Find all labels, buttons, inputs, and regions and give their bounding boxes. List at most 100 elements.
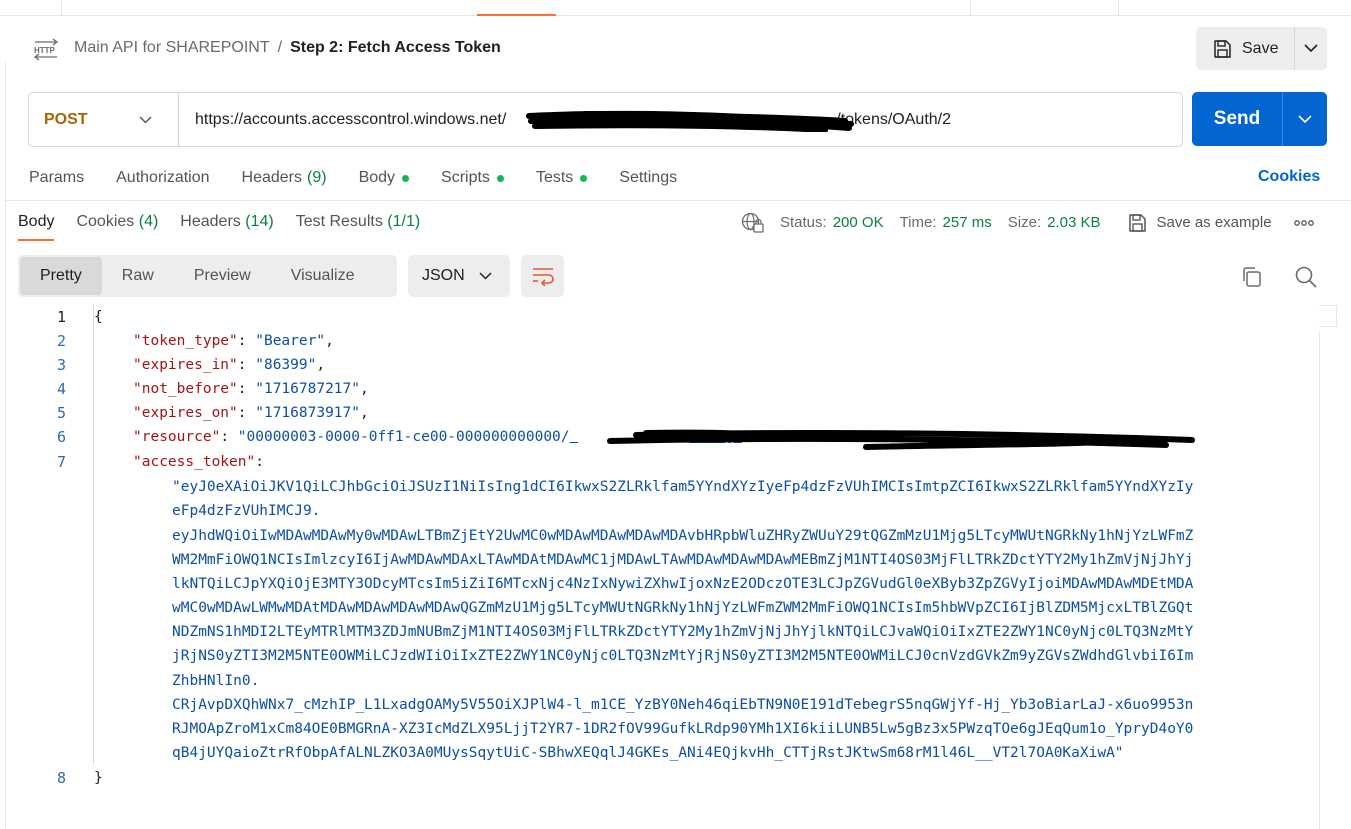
network-globe-icon[interactable] [741, 212, 764, 233]
access-token-line: WM2MmFiOWQ1NCIsImlzcyI6IjAwMDAwMDAxLTAwM… [172, 552, 1194, 568]
save-as-example-button[interactable]: Save as example [1127, 213, 1272, 233]
save-label: Save [1242, 39, 1279, 57]
json-open-brace: { [94, 309, 103, 325]
breadcrumb-separator: / [277, 39, 283, 56]
cookies-count: (4) [138, 213, 159, 230]
method-select[interactable]: POST [29, 93, 179, 146]
format-select[interactable]: JSON [408, 255, 510, 297]
tab-separator [1118, 0, 1119, 16]
save-icon [1214, 39, 1231, 58]
http-icon: HTTP [33, 38, 59, 61]
search-icon[interactable] [1294, 265, 1318, 289]
tab-label: Headers [241, 169, 302, 186]
json-value: "1716873917" [255, 405, 360, 421]
copy-icon[interactable] [1240, 265, 1264, 289]
scrollbar-thumb-area[interactable] [1319, 305, 1337, 327]
access-token-line: RJMOApZroM1xCm84OE0BMGRnA-XZ3IcMdZLX95Lj… [172, 721, 1194, 737]
time-label: Time: [899, 214, 937, 231]
url-start: https://accounts.accesscontrol.windows.n… [195, 110, 507, 128]
time-readout[interactable]: Time: 257 ms [900, 214, 992, 231]
json-value: "86399" [255, 357, 317, 373]
json-line: "expires_on": "1716873917", [133, 405, 369, 421]
tab-label: Settings [619, 169, 678, 186]
save-options-button[interactable] [1294, 27, 1327, 70]
tab-test-results[interactable]: Test Results (1/1) [296, 213, 421, 241]
tab-label: Authorization [116, 169, 210, 186]
access-token-line: eFp4dzFzVUhIMCJ9. [172, 503, 321, 519]
tab-label: Body [358, 169, 396, 186]
json-value: "Bearer" [255, 333, 326, 349]
more-options-icon[interactable] [1293, 219, 1314, 226]
chevron-down-icon [1304, 44, 1318, 53]
request-tabs: Params Authorization Headers (9) Body Scr… [29, 169, 709, 187]
cookies-link[interactable]: Cookies [1258, 168, 1320, 186]
headers-count: (14) [245, 213, 274, 230]
line-number: 8 [56, 769, 66, 787]
access-token-line: lkNTQiLCJpYXQiOjE3MTY3ODcyMTcsIm5iZiI6MT… [172, 576, 1194, 592]
tab-scripts[interactable]: Scripts [441, 169, 504, 187]
format-label: JSON [422, 267, 465, 284]
breadcrumb: Main API for SHAREPOINT / Step 2: Fetch … [74, 39, 501, 57]
status-label: Status: [780, 214, 827, 231]
tab-tests[interactable]: Tests [535, 169, 588, 187]
tab-settings[interactable]: Settings [619, 169, 677, 187]
tab-params[interactable]: Params [29, 169, 84, 187]
access-token-line: jRjNS0yZTI3M2M5NTE0OWMiLCJzdWIiOiIxZTE2Z… [172, 648, 1194, 664]
save-as-example-label: Save as example [1156, 214, 1272, 231]
json-line: "expires_in": "86399", [133, 357, 326, 373]
chevron-down-icon [479, 272, 492, 280]
tab-label: Tests [535, 169, 574, 186]
tab-response-body[interactable]: Body [18, 213, 55, 241]
access-token-line: qB4jUYQaioZtrRfObpAfALNLZKO3A0MUysSqytUi… [172, 745, 1124, 761]
line-number: 1 [56, 308, 66, 326]
tab-label: Headers [180, 213, 241, 230]
pane-divider [6, 200, 1351, 201]
save-icon [1129, 213, 1147, 232]
tab-label: Params [29, 169, 85, 186]
status-readout[interactable]: Status: 200 OK [780, 214, 884, 231]
access-token-line: CRjAvpDXQhWNx7_cMzhIP_L1LxadgOAMy5V55OiX… [172, 697, 1194, 713]
access-token-line: eyJhdWQiOiIwMDAwMDAwMy0wMDAwLTBmZjEtY2Uw… [172, 528, 1194, 544]
tab-response-cookies[interactable]: Cookies (4) [76, 213, 158, 241]
vertical-scrollbar[interactable] [1319, 332, 1320, 829]
tab-body[interactable]: Body [358, 169, 410, 187]
line-number: 2 [56, 332, 66, 350]
request-bar: POST https://accounts.accesscontrol.wind… [28, 92, 1183, 147]
tab-response-headers[interactable]: Headers (14) [180, 213, 273, 241]
tab-label: Cookies [76, 213, 135, 230]
json-value: "1716787217" [255, 381, 360, 397]
size-value: 2.03 KB [1047, 214, 1101, 231]
send-button[interactable]: Send [1192, 92, 1282, 146]
view-raw-button[interactable]: Raw [102, 257, 174, 295]
request-title[interactable]: Step 2: Fetch Access Token [290, 39, 501, 57]
tab-label: Body [18, 213, 55, 230]
view-visualize-button[interactable]: Visualize [271, 257, 375, 295]
view-pretty-button[interactable]: Pretty [20, 257, 102, 295]
send-button-group: Send [1192, 92, 1327, 146]
svg-text:HTTP: HTTP [34, 46, 56, 55]
test-results-count: (1/1) [387, 213, 421, 230]
json-key: "token_type" [133, 333, 238, 349]
response-tabs: Body Cookies (4) Headers (14) Test Resul… [18, 213, 442, 241]
breadcrumb-collection[interactable]: Main API for SHAREPOINT [74, 39, 270, 57]
access-token-line: "eyJ0eXAiOiJKV1QiLCJhbGciOiJSUzI1NiIsIng… [172, 479, 1194, 495]
line-number: 4 [56, 380, 66, 398]
line-number: 7 [56, 453, 66, 471]
tab-separator [970, 0, 971, 16]
json-key: "not_before" [133, 381, 238, 397]
view-preview-button[interactable]: Preview [174, 257, 271, 295]
send-options-button[interactable] [1282, 92, 1327, 146]
tab-separator [61, 0, 62, 16]
line-number: 3 [56, 356, 66, 374]
save-button[interactable]: Save [1196, 27, 1294, 70]
size-readout[interactable]: Size: 2.03 KB [1008, 214, 1101, 231]
wrap-lines-icon [532, 268, 554, 286]
response-body-editor[interactable]: 1 2 3 4 5 6 7 8 { "token_type": "Bearer"… [6, 305, 1351, 829]
json-key: "access_token" [133, 454, 256, 470]
json-line: "access_token": [133, 454, 264, 470]
url-input[interactable]: https://accounts.accesscontrol.windows.n… [179, 93, 1182, 146]
tab-label: Scripts [441, 169, 490, 186]
tab-headers[interactable]: Headers (9) [242, 169, 327, 187]
wrap-lines-button[interactable] [521, 255, 564, 297]
tab-authorization[interactable]: Authorization [116, 169, 209, 187]
